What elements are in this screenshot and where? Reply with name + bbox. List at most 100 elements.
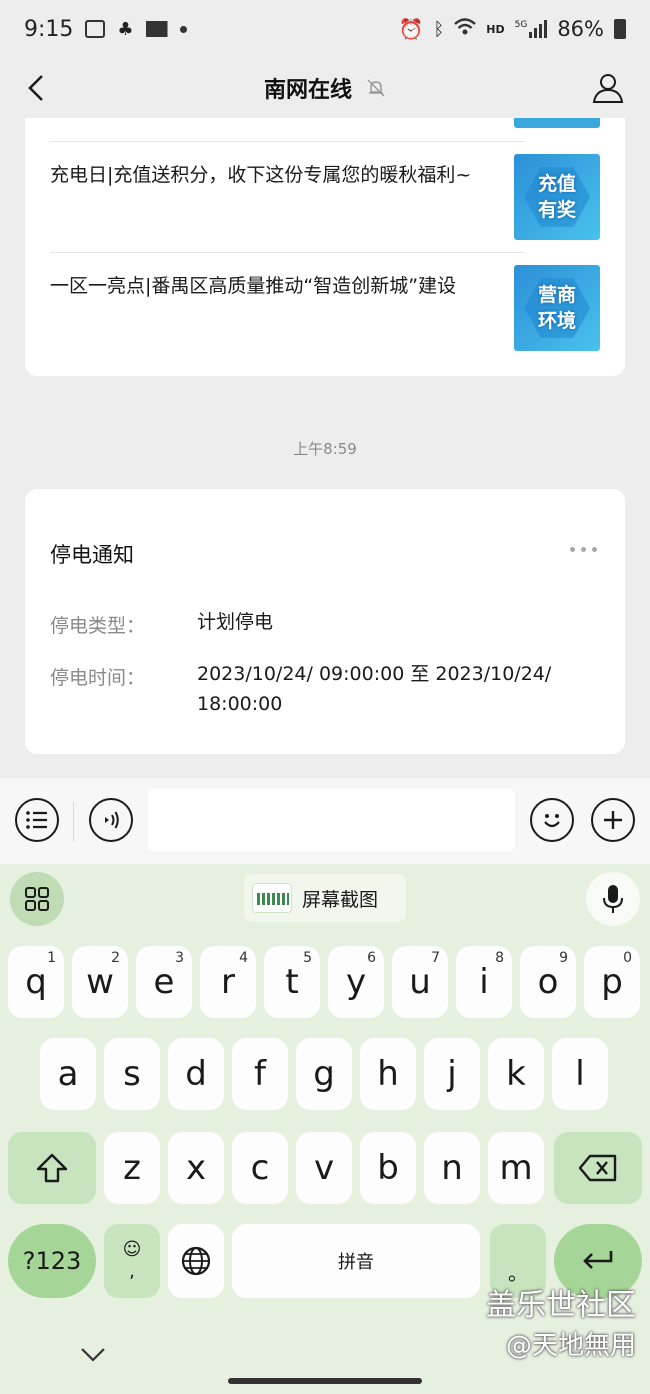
emoji-button[interactable] [530, 798, 574, 842]
key-q[interactable]: q1 [8, 946, 64, 1018]
voice-icon [105, 811, 119, 829]
watermark-line1: 盖乐世社区 [486, 1288, 636, 1323]
key-l[interactable]: l [552, 1038, 608, 1110]
key-label: u [409, 962, 431, 1002]
key-a[interactable]: a [40, 1038, 96, 1110]
key-e[interactable]: e3 [136, 946, 192, 1018]
hide-keyboard-chevron-icon[interactable] [78, 1342, 108, 1366]
emoji-hint: ☺ [122, 1239, 142, 1260]
add-attachment-button[interactable] [591, 798, 635, 842]
signal-icon: 5G [515, 20, 548, 38]
key-label: y [345, 962, 367, 1002]
gallery-icon [85, 20, 106, 38]
emoji-comma-key[interactable]: ☺ , [104, 1224, 160, 1298]
key-t[interactable]: t5 [264, 946, 320, 1018]
chat-header: 南网在线 [0, 58, 650, 118]
key-j[interactable]: j [424, 1038, 480, 1110]
key-y[interactable]: y6 [328, 946, 384, 1018]
key-hint: 5 [303, 950, 312, 966]
mute-bell-icon [366, 78, 386, 98]
outage-type-value: 计划停电 [197, 611, 274, 633]
key-u[interactable]: u7 [392, 946, 448, 1018]
key-b[interactable]: b [360, 1132, 416, 1204]
key-hint: 2 [111, 950, 120, 966]
article-title: 一区一亮点|番禺区高质量推动“智造创新城”建设 [50, 275, 457, 297]
key-label: q [25, 962, 47, 1002]
plus-icon [604, 811, 622, 829]
key-hint: 0 [623, 950, 632, 966]
key-label: p [601, 962, 623, 1002]
back-button[interactable] [18, 66, 54, 110]
key-r[interactable]: r4 [200, 946, 256, 1018]
home-indicator[interactable] [228, 1378, 422, 1384]
message-input[interactable] [148, 789, 515, 851]
mic-button[interactable] [586, 872, 640, 926]
user-icon [592, 74, 624, 103]
key-x[interactable]: x [168, 1132, 224, 1204]
wifi-icon [454, 17, 477, 41]
key-label: r [221, 962, 235, 1002]
grid-icon [25, 887, 49, 911]
globe-icon [181, 1246, 211, 1276]
backspace-key[interactable] [554, 1132, 642, 1204]
list-icon [26, 811, 47, 829]
battery-percent: 86% [557, 17, 604, 41]
smiley-icon [544, 814, 560, 828]
key-hint: 7 [431, 950, 440, 966]
key-o[interactable]: o9 [520, 946, 576, 1018]
bluetooth-icon: ᛒ [433, 18, 445, 40]
watermark: 盖乐世社区 @天地無用 [486, 1286, 636, 1366]
key-hint: 6 [367, 950, 376, 966]
key-w[interactable]: w2 [72, 946, 128, 1018]
key-n[interactable]: n [424, 1132, 480, 1204]
key-d[interactable]: d [168, 1038, 224, 1110]
more-notifications-icon [179, 25, 187, 33]
menu-list-button[interactable] [15, 798, 59, 842]
article-title: 充电日|充值送积分，收下这份专属您的暖秋福利~ [50, 164, 472, 186]
key-c[interactable]: c [232, 1132, 288, 1204]
outage-time-label: 停电时间： [50, 667, 146, 689]
article-thumbnail-partial[interactable] [514, 118, 600, 128]
key-h[interactable]: h [360, 1038, 416, 1110]
key-hint: 4 [239, 950, 248, 966]
status-time: 9:15 [24, 16, 74, 42]
keyboard-menu-button[interactable] [10, 872, 64, 926]
key-p[interactable]: p0 [584, 946, 640, 1018]
mail-icon [145, 21, 168, 37]
app-notification-icon: ♣ [117, 18, 134, 40]
symbols-key[interactable]: ?123 [8, 1224, 96, 1298]
article-card: 充电日|充值送积分，收下这份专属您的暖秋福利~ 充值有奖 一区一亮点|番禺区高质… [25, 118, 625, 376]
key-z[interactable]: z [104, 1132, 160, 1204]
key-k[interactable]: k [488, 1038, 544, 1110]
key-hint: 3 [175, 950, 184, 966]
space-key[interactable]: 拼音 [232, 1224, 480, 1298]
key-s[interactable]: s [104, 1038, 160, 1110]
profile-button[interactable] [588, 66, 628, 110]
article-item[interactable]: 一区一亮点|番禺区高质量推动“智造创新城”建设 营商环境 [50, 253, 625, 353]
more-options-icon[interactable] [570, 547, 597, 552]
key-m[interactable]: m [488, 1132, 544, 1204]
battery-icon [614, 19, 626, 39]
key-i[interactable]: i8 [456, 946, 512, 1018]
screenshot-thumbnail [252, 883, 292, 913]
article-thumbnail: 充值有奖 [514, 154, 600, 240]
key-f[interactable]: f [232, 1038, 288, 1110]
key-g[interactable]: g [296, 1038, 352, 1110]
enter-icon [583, 1251, 613, 1269]
outage-type-label: 停电类型： [50, 615, 146, 637]
key-hint: 1 [47, 950, 56, 966]
shift-key[interactable] [8, 1132, 96, 1204]
screenshot-label: 屏幕截图 [302, 888, 379, 911]
power-outage-notice-card[interactable]: 停电通知 停电类型： 计划停电 停电时间： 2023/10/24/ 09:00:… [25, 489, 625, 754]
chat-title: 南网在线 [263, 78, 352, 103]
key-hint: 9 [559, 950, 568, 966]
voice-input-button[interactable] [89, 798, 133, 842]
thumbnail-text: 充值有奖 [537, 173, 576, 221]
back-arrow-icon [28, 75, 43, 101]
key-v[interactable]: v [296, 1132, 352, 1204]
article-thumbnail: 营商环境 [514, 265, 600, 351]
article-item[interactable]: 充电日|充值送积分，收下这份专属您的暖秋福利~ 充值有奖 [50, 142, 625, 242]
screenshot-suggestion[interactable]: 屏幕截图 [244, 874, 406, 922]
language-key[interactable] [168, 1224, 224, 1298]
chat-input-bar [0, 778, 650, 864]
